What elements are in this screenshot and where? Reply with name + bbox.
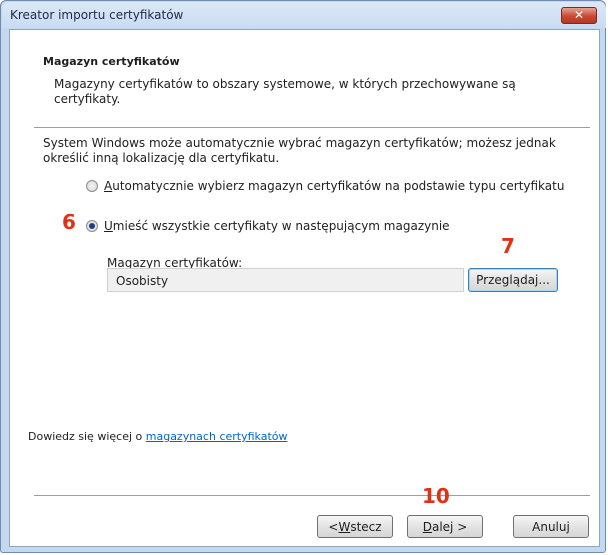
next-button[interactable]: Dalej >: [407, 515, 483, 538]
page-description: Magazyny certyfikatów to obszary systemo…: [54, 77, 516, 106]
footer-divider: [34, 495, 590, 496]
header-divider: [34, 127, 590, 128]
cancel-button[interactable]: Anuluj: [513, 515, 589, 538]
store-field: Osobisty: [107, 268, 464, 292]
radio-auto-label: Automatycznie wybierz magazyn certyfikat…: [104, 179, 565, 193]
dialog-window: Kreator importu certyfikatów ✕ Magazyn c…: [0, 0, 606, 553]
radio-circle-manual[interactable]: [86, 220, 98, 232]
close-button[interactable]: ✕: [561, 7, 597, 24]
learn-more-link[interactable]: magazynach certyfikatów: [146, 430, 288, 443]
radio-manual-label: Umieść wszystkie certyfikaty w następują…: [104, 219, 450, 233]
browse-button[interactable]: Przeglądaj...: [468, 268, 558, 292]
annotation-step-6: 6: [62, 210, 76, 234]
wizard-page: Magazyn certyfikatów Magazyny certyfikat…: [9, 29, 600, 547]
annotation-step-10: 10: [422, 484, 450, 508]
radio-circle-auto[interactable]: [86, 180, 98, 192]
intro-text: System Windows może automatycznie wybrać…: [43, 136, 556, 165]
more-info: Dowiedz się więcej o magazynach certyfik…: [28, 430, 288, 443]
radio-selected-dot: [89, 223, 95, 229]
close-icon: ✕: [573, 8, 585, 22]
radio-auto-store[interactable]: Automatycznie wybierz magazyn certyfikat…: [86, 179, 564, 193]
window-title: Kreator importu certyfikatów: [10, 8, 184, 22]
page-title: Magazyn certyfikatów: [43, 55, 180, 68]
annotation-step-7: 7: [501, 234, 515, 258]
radio-manual-store[interactable]: Umieść wszystkie certyfikaty w następują…: [86, 219, 450, 233]
back-button[interactable]: < Wstecz: [317, 515, 393, 538]
title-bar[interactable]: Kreator importu certyfikatów ✕: [2, 2, 606, 28]
